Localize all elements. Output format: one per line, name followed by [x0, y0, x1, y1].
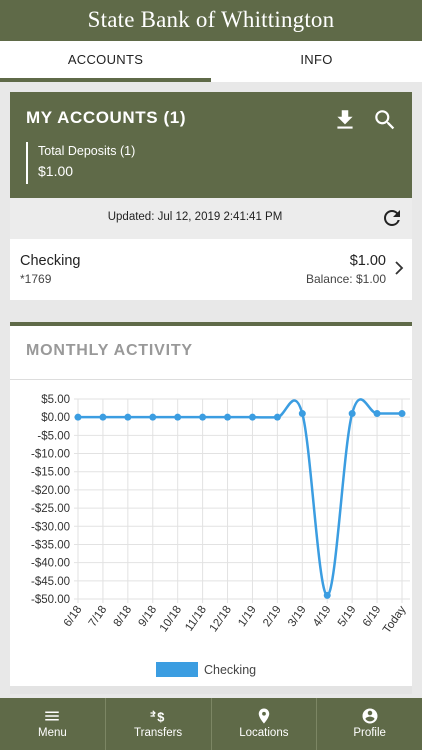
y-tick-label: -$40.00 — [31, 558, 70, 570]
refresh-icon[interactable] — [380, 206, 404, 230]
data-point — [398, 410, 406, 418]
monthly-activity-title: MONTHLY ACTIVITY — [26, 342, 193, 359]
updated-timestamp: Jul 12, 2019 2:41:41 PM — [157, 211, 283, 223]
my-accounts-title: MY ACCOUNTS (1) — [26, 108, 187, 127]
updated-text: Updated: Jul 12, 2019 2:41:41 PM — [10, 211, 380, 223]
account-row-checking[interactable]: Checking *1769 $1.00 Balance: $1.00 — [10, 239, 412, 300]
tab-bar: ACCOUNTS INFO — [0, 41, 422, 82]
nav-profile[interactable]: Profile — [317, 698, 422, 750]
data-point — [323, 591, 331, 599]
y-tick-label: -$50.00 — [31, 594, 70, 606]
search-icon[interactable] — [372, 107, 398, 133]
account-name: Checking — [20, 253, 81, 269]
y-tick-label: -$35.00 — [31, 539, 70, 551]
x-tick-label: 8/18 — [112, 604, 135, 629]
x-tick-label: 7/18 — [87, 604, 110, 629]
x-tick-label: 10/18 — [158, 604, 184, 634]
location-pin-icon — [258, 708, 270, 724]
total-deposits-label: Total Deposits (1) — [38, 144, 136, 158]
y-tick-label: -$15.00 — [31, 467, 70, 479]
monthly-activity-card: MONTHLY ACTIVITY $5.00 $0.00 -$5.00 -$10.00… — [10, 322, 412, 694]
updated-bar: Updated: Jul 12, 2019 2:41:41 PM — [10, 198, 412, 239]
data-point — [99, 413, 107, 421]
x-tick-label: 2/19 — [261, 604, 284, 629]
y-tick-label: -$45.00 — [31, 576, 70, 588]
svg-text:$: $ — [157, 709, 164, 724]
profile-icon — [362, 708, 378, 724]
data-point — [298, 410, 306, 418]
series-line-checking — [78, 398, 402, 597]
x-tick-label: 6/19 — [361, 604, 384, 629]
data-point — [273, 413, 281, 421]
nav-locations-label: Locations — [239, 727, 289, 739]
x-tick-label: 4/19 — [311, 604, 334, 629]
x-tick-label: 9/18 — [137, 604, 160, 629]
y-tick-label: -$5.00 — [37, 430, 70, 442]
data-point — [174, 413, 182, 421]
y-tick-label: $0.00 — [41, 412, 70, 424]
legend-swatch — [156, 662, 198, 677]
bottom-nav: Menu $ Transfers Locations Profile — [0, 698, 422, 750]
nav-menu-label: Menu — [37, 727, 67, 739]
x-tick-label: 6/18 — [62, 604, 85, 629]
data-point — [373, 410, 381, 418]
account-balance: Balance: $1.00 — [305, 272, 386, 286]
x-tick-label: 12/18 — [208, 604, 234, 634]
data-point — [348, 410, 356, 418]
x-tick-label: 5/19 — [336, 604, 359, 629]
nav-transfers-label: Transfers — [134, 727, 183, 739]
nav-transfers[interactable]: $ Transfers — [106, 698, 212, 750]
x-tick-label: Today — [381, 604, 409, 636]
divider — [10, 379, 412, 380]
app-title: State Bank of Whittington — [0, 0, 422, 41]
tab-accounts[interactable]: ACCOUNTS — [0, 41, 211, 82]
download-icon[interactable] — [332, 107, 358, 133]
account-amount: $1.00 — [349, 253, 386, 269]
data-point — [199, 413, 207, 421]
total-deposits: Total Deposits (1) $1.00 — [26, 142, 135, 184]
y-tick-label: -$20.00 — [31, 485, 70, 497]
x-tick-label: 1/19 — [236, 604, 259, 629]
account-number: *1769 — [20, 272, 52, 286]
nav-menu[interactable]: Menu — [0, 698, 106, 750]
card-footer — [10, 686, 412, 694]
updated-label: Updated: — [107, 211, 155, 223]
my-accounts-card: MY ACCOUNTS (1) Total Deposits (1) $1.00 — [10, 92, 412, 198]
y-tick-label: $5.00 — [41, 394, 70, 406]
tab-info[interactable]: INFO — [211, 41, 422, 82]
data-point — [224, 413, 232, 421]
data-point — [124, 413, 132, 421]
chevron-right-icon — [395, 261, 404, 275]
data-point — [248, 413, 256, 421]
nav-profile-label: Profile — [353, 727, 386, 739]
nav-locations[interactable]: Locations — [212, 698, 318, 750]
y-tick-label: -$25.00 — [31, 503, 70, 515]
y-tick-label: -$10.00 — [31, 449, 70, 461]
data-point — [149, 413, 157, 421]
menu-icon — [45, 711, 60, 721]
data-point — [74, 413, 82, 421]
y-tick-label: -$30.00 — [31, 521, 70, 533]
total-deposits-value: $1.00 — [38, 163, 74, 179]
legend-label: Checking — [204, 663, 256, 677]
monthly-activity-chart: $5.00 $0.00 -$5.00 -$10.00 -$15.00 -$20.00 -$2… — [31, 394, 410, 677]
x-tick-label: 11/18 — [183, 604, 209, 634]
x-tick-label: 3/19 — [286, 604, 309, 629]
transfers-icon: $ — [150, 709, 164, 724]
